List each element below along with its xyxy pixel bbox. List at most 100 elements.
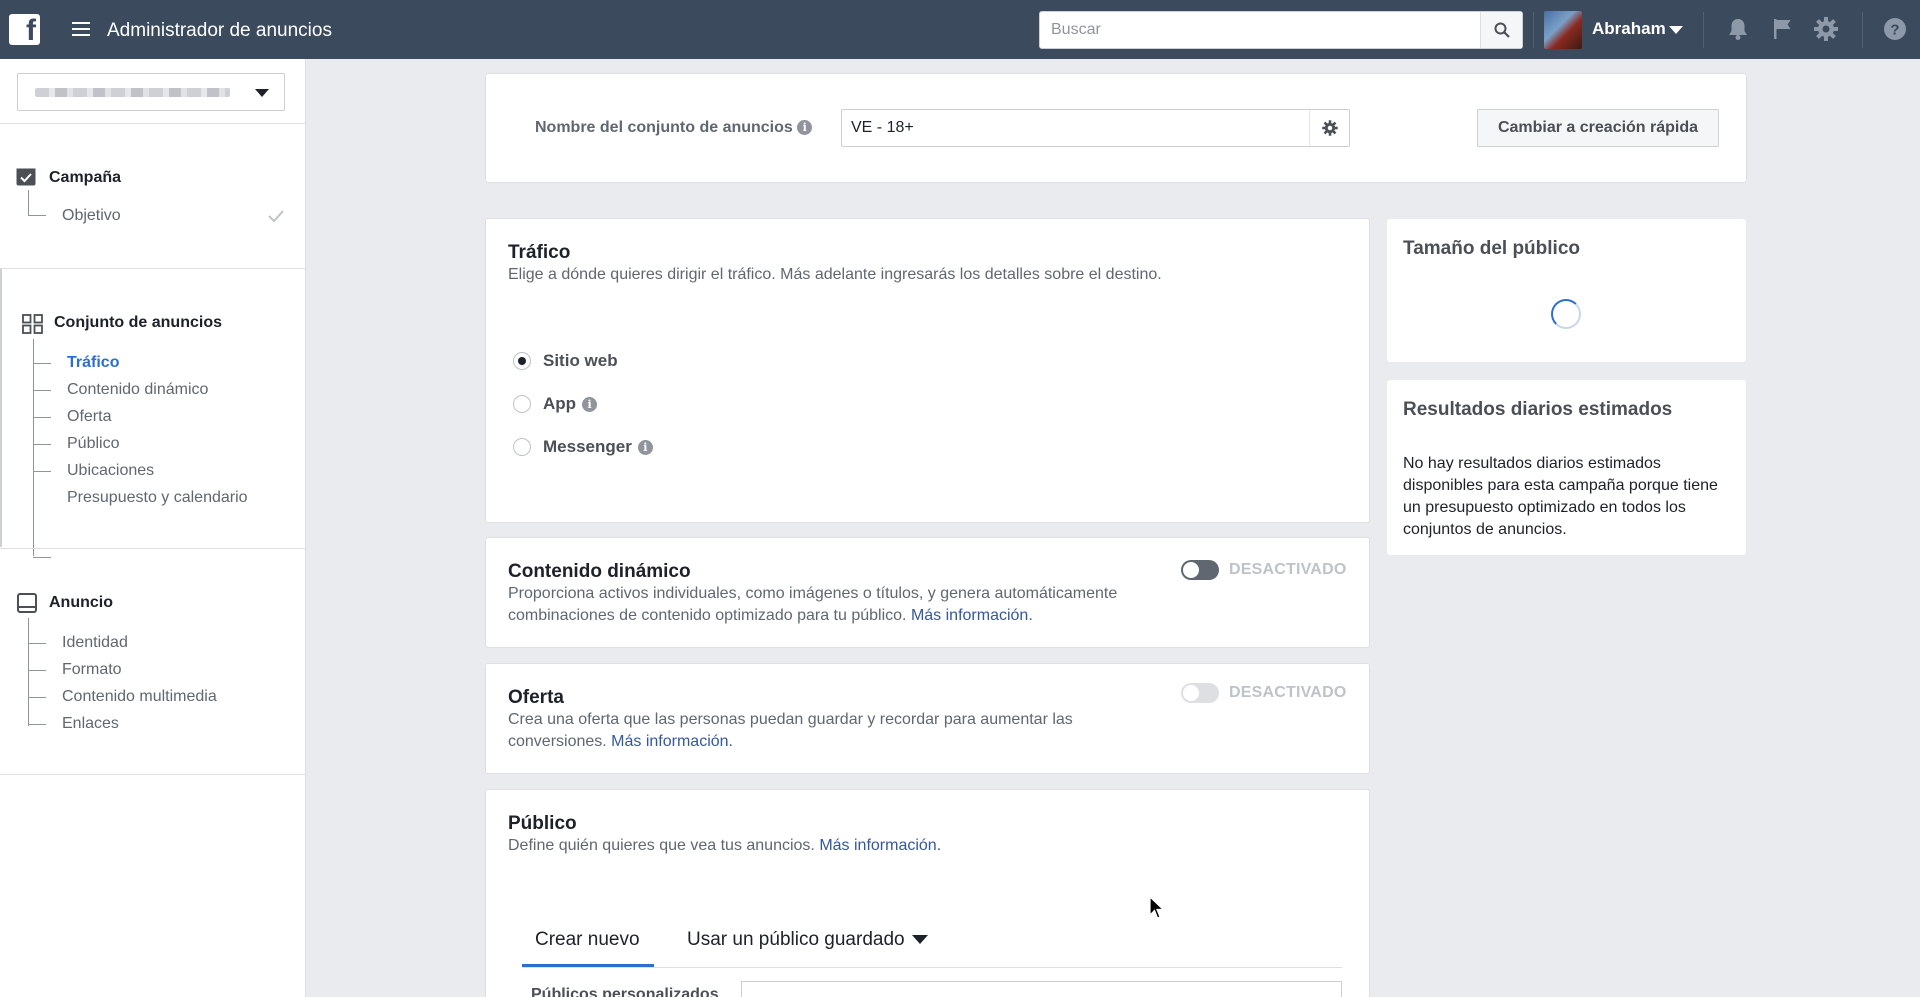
divider (1533, 12, 1534, 48)
radio-label: Sitio web (543, 351, 618, 370)
sidebar-section-ad[interactable]: Anuncio (49, 594, 113, 612)
mouse-cursor-icon (1149, 896, 1165, 919)
divider (0, 774, 306, 775)
help-icon[interactable]: ? (1881, 15, 1909, 43)
info-icon[interactable]: i (582, 396, 598, 412)
audience-description-text: Define quién quieres que vea tus anuncio… (508, 837, 815, 854)
tree-line (28, 215, 46, 216)
gear-icon (1321, 120, 1338, 136)
search-input[interactable] (1040, 12, 1460, 48)
info-icon[interactable]: i (637, 439, 653, 455)
dynamic-content-toggle[interactable] (1181, 560, 1219, 580)
radio-button[interactable] (513, 395, 531, 413)
avatar[interactable] (1544, 11, 1582, 49)
sidebar-item-media[interactable]: Contenido multimedia (62, 688, 217, 706)
chevron-down-icon[interactable] (1669, 26, 1683, 34)
ad-preview-icon (17, 593, 37, 613)
loading-spinner-icon (1551, 299, 1581, 329)
info-icon[interactable]: i (797, 120, 813, 136)
sidebar-item-audience[interactable]: Público (67, 435, 119, 453)
account-selector[interactable] (17, 73, 285, 111)
tree-line (28, 190, 29, 215)
divider (0, 268, 306, 269)
divider (0, 123, 306, 124)
bell-icon[interactable] (1724, 15, 1752, 43)
more-info-link[interactable]: Más información. (611, 733, 733, 750)
sidebar-item-offer[interactable]: Oferta (67, 408, 111, 426)
tab-create-new[interactable]: Crear nuevo (535, 929, 640, 951)
sidebar-item-links[interactable]: Enlaces (62, 715, 119, 733)
traffic-title: Tráfico (508, 242, 571, 263)
radio-button[interactable] (513, 438, 531, 456)
top-bar: f Administrador de anuncios Abraham ? (0, 0, 1920, 59)
sidebar-section-campaign[interactable]: Campaña (49, 169, 121, 187)
checkmark-icon (268, 210, 284, 222)
daily-results-title: Resultados diarios estimados (1403, 399, 1673, 420)
tree-line (33, 363, 51, 364)
traffic-description: Elige a dónde quieres dirigir el tráfico… (508, 266, 1162, 283)
tree-line (28, 724, 46, 725)
dynamic-content-description: Proporciona activos individuales, como i… (508, 583, 1168, 627)
facebook-logo-icon[interactable]: f (9, 14, 40, 47)
divider (1862, 12, 1863, 48)
tree-line (28, 643, 46, 644)
toggle-status-label: DESACTIVADO (1229, 684, 1347, 701)
adset-name-field (841, 109, 1350, 147)
chevron-down-icon (255, 89, 269, 97)
account-name-blurred (35, 88, 230, 97)
sidebar-item-identity[interactable]: Identidad (62, 634, 128, 652)
audience-size-title: Tamaño del público (1403, 238, 1580, 259)
tree-line (33, 557, 51, 558)
sidebar-item-format[interactable]: Formato (62, 661, 122, 679)
sidebar-item-budget-schedule[interactable]: Presupuesto y calendario (67, 489, 248, 507)
more-info-link[interactable]: Más información. (819, 837, 941, 854)
radio-button[interactable] (513, 352, 531, 370)
adset-name-input[interactable] (842, 110, 1302, 146)
flag-icon[interactable] (1768, 15, 1796, 43)
tree-line (33, 471, 51, 472)
more-info-link[interactable]: Más información. (911, 607, 1033, 624)
offer-description: Crea una oferta que las personas puedan … (508, 709, 1128, 753)
svg-text:?: ? (1890, 22, 1899, 39)
radio-option-messenger[interactable]: Messenger i (513, 437, 653, 457)
search-button[interactable] (1480, 12, 1522, 48)
sidebar-section-adset[interactable]: Conjunto de anuncios (54, 314, 222, 332)
radio-option-app[interactable]: App i (513, 394, 598, 414)
tree-line (33, 417, 51, 418)
divider (0, 548, 306, 549)
user-name[interactable]: Abraham (1592, 19, 1666, 39)
offer-toggle[interactable] (1181, 683, 1219, 703)
search-icon (1494, 22, 1510, 38)
sidebar-item-objective[interactable]: Objetivo (62, 207, 121, 225)
tree-line (33, 339, 34, 556)
sidebar-item-dynamic-content[interactable]: Contenido dinámico (67, 381, 208, 399)
active-section-marker (0, 269, 2, 547)
radio-label: Messenger (543, 437, 632, 456)
quick-create-button[interactable]: Cambiar a creación rápida (1477, 109, 1719, 147)
menu-icon[interactable] (72, 22, 90, 37)
tab-saved-audience[interactable]: Usar un público guardado (687, 929, 928, 951)
name-settings-button[interactable] (1309, 110, 1349, 146)
daily-results-body: No hay resultados diarios estimados disp… (1403, 455, 1718, 538)
custom-audiences-label: Públicos personalizados (531, 986, 719, 997)
custom-audiences-input[interactable] (741, 981, 1342, 997)
grid-icon (22, 314, 43, 334)
tree-line (33, 390, 51, 391)
sidebar: Campaña Objetivo Conjunto de anuncios Tr… (0, 59, 306, 997)
tree-line (33, 444, 51, 445)
radio-option-website[interactable]: Sitio web (513, 351, 624, 371)
sidebar-item-placements[interactable]: Ubicaciones (67, 462, 154, 480)
audience-title: Público (508, 813, 577, 834)
radio-label: App (543, 394, 577, 413)
checkbox-checked-icon (16, 168, 36, 186)
divider (1703, 12, 1704, 48)
divider (522, 967, 1342, 968)
caret-down-icon (911, 935, 928, 945)
sidebar-item-traffic[interactable]: Tráfico (67, 354, 119, 372)
audience-description: Define quién quieres que vea tus anuncio… (508, 835, 941, 857)
dynamic-content-title: Contenido dinámico (508, 561, 691, 582)
search-box (1039, 11, 1523, 49)
toggle-status-label: DESACTIVADO (1229, 561, 1347, 578)
gear-icon[interactable] (1812, 15, 1840, 43)
tree-line (28, 697, 46, 698)
